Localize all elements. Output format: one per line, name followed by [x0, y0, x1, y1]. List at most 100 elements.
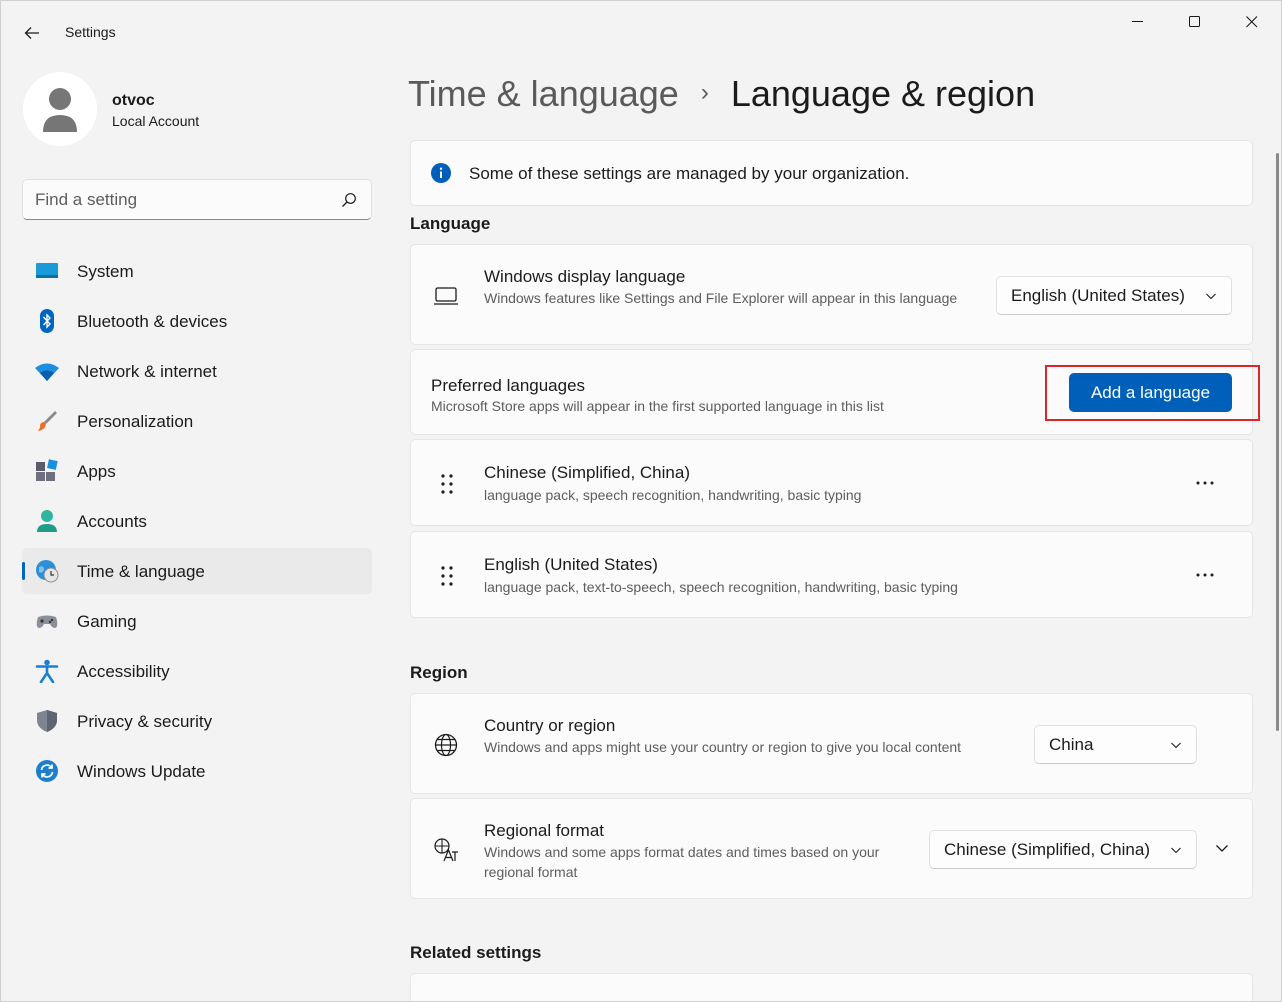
sidebar-item-label: Privacy & security: [77, 712, 213, 731]
apps-icon: [36, 459, 58, 481]
regional-format-description: Windows and some apps format dates and t…: [484, 844, 880, 880]
breadcrumb-parent[interactable]: Time & language: [408, 73, 679, 114]
display-language-card: Windows display language Windows feature…: [410, 244, 1253, 345]
country-region-description: Windows and apps might use your country …: [484, 739, 962, 755]
wifi-icon: [35, 363, 59, 381]
preferred-languages-description: Microsoft Store apps will appear in the …: [431, 398, 884, 414]
country-region-card: Country or region Windows and apps might…: [410, 693, 1253, 794]
section-title-related: Related settings: [410, 943, 542, 962]
search-box: [22, 179, 372, 220]
sidebar-item-label: Personalization: [77, 412, 194, 431]
more-options-button[interactable]: [1187, 560, 1223, 590]
gamepad-icon: [36, 615, 58, 628]
sidebar-item-personalization[interactable]: Personalization: [22, 398, 372, 444]
close-icon: [1246, 16, 1258, 28]
language-features: language pack, speech recognition, handw…: [484, 487, 862, 503]
maximize-icon: [1189, 16, 1200, 27]
expand-button[interactable]: [1209, 835, 1235, 861]
person-avatar-icon: [43, 88, 77, 132]
language-format-icon: [434, 838, 458, 862]
globe-icon: [434, 733, 458, 757]
sidebar-item-label: Time & language: [77, 562, 205, 581]
more-icon: [1196, 481, 1214, 485]
sidebar-item-label: Network & internet: [77, 362, 217, 381]
sidebar-item-label: Windows Update: [77, 762, 206, 781]
user-name: otvoc: [112, 92, 155, 109]
chevron-down-icon: [1171, 847, 1181, 854]
info-icon: [431, 163, 451, 183]
language-name: Chinese (Simplified, China): [484, 463, 690, 482]
display-language-title: Windows display language: [484, 267, 686, 286]
close-button[interactable]: [1229, 7, 1275, 37]
info-banner: Some of these settings are managed by yo…: [410, 140, 1253, 206]
dropdown-value: English (United States): [1011, 285, 1185, 305]
regional-format-dropdown[interactable]: Chinese (Simplified, China): [929, 830, 1197, 869]
sidebar-item-gaming[interactable]: Gaming: [22, 598, 372, 644]
display-language-description: Windows features like Settings and File …: [484, 290, 958, 306]
chevron-down-icon: [1171, 742, 1181, 749]
sidebar-nav: System Bluetooth & devices Network & int…: [22, 248, 372, 798]
search-icon[interactable]: [341, 192, 357, 208]
chevron-down-icon: [1206, 293, 1216, 300]
back-button[interactable]: [15, 19, 49, 47]
search-input[interactable]: [35, 189, 325, 211]
sidebar-item-label: Gaming: [77, 612, 137, 631]
title-bar: Settings: [1, 1, 1281, 61]
drag-handle-icon[interactable]: [439, 472, 455, 496]
regional-format-title: Regional format: [484, 821, 605, 840]
accessibility-icon: [35, 659, 59, 683]
preferred-languages-title: Preferred languages: [431, 376, 586, 395]
selection-indicator: [22, 562, 25, 580]
shield-icon: [37, 710, 57, 732]
sidebar-item-network[interactable]: Network & internet: [22, 348, 372, 394]
globe-clock-icon: [36, 560, 59, 583]
page-title: Language & region: [730, 73, 1036, 114]
display-language-dropdown[interactable]: English (United States): [996, 276, 1232, 315]
info-banner-text: Some of these settings are managed by yo…: [469, 164, 910, 183]
minimize-icon: [1132, 21, 1143, 22]
bluetooth-icon: [40, 309, 54, 333]
maximize-button[interactable]: [1172, 7, 1218, 37]
dropdown-value: China: [1049, 734, 1094, 754]
sidebar-item-label: Apps: [77, 462, 116, 481]
sidebar-item-label: Accessibility: [77, 662, 170, 681]
sidebar-item-label: Bluetooth & devices: [77, 312, 228, 331]
sidebar-item-label: System: [77, 262, 134, 281]
breadcrumb: Time & language › Language & region: [408, 73, 1035, 115]
sidebar-item-bluetooth[interactable]: Bluetooth & devices: [22, 298, 372, 344]
scrollbar[interactable]: [1276, 153, 1279, 731]
minimize-button[interactable]: [1115, 7, 1161, 37]
country-region-title: Country or region: [484, 716, 616, 735]
add-language-button[interactable]: Add a language: [1069, 373, 1232, 412]
app-title: Settings: [65, 24, 116, 40]
language-item-chinese[interactable]: Chinese (Simplified, China) language pac…: [410, 439, 1253, 526]
sidebar-item-time-language[interactable]: Time & language: [22, 548, 372, 594]
country-region-dropdown[interactable]: China: [1034, 725, 1197, 764]
drag-handle-icon[interactable]: [439, 564, 455, 588]
avatar: [23, 72, 97, 146]
related-settings-card: [410, 973, 1253, 1001]
more-options-button[interactable]: [1187, 468, 1223, 498]
settings-window: Settings otvoc Local Account System: [0, 0, 1282, 1002]
laptop-icon: [434, 287, 458, 305]
preferred-languages-card: Preferred languages Microsoft Store apps…: [410, 349, 1253, 435]
sidebar-item-system[interactable]: System: [22, 248, 372, 294]
language-name: English (United States): [484, 555, 658, 574]
sidebar-item-windows-update[interactable]: Windows Update: [22, 748, 372, 794]
sidebar-item-apps[interactable]: Apps: [22, 448, 372, 494]
sidebar-item-label: Accounts: [77, 512, 147, 531]
sidebar-item-accounts[interactable]: Accounts: [22, 498, 372, 544]
chevron-down-icon: [1216, 845, 1228, 852]
chevron-right-icon: ›: [700, 79, 709, 106]
person-icon: [37, 510, 57, 532]
update-icon: [36, 760, 58, 782]
monitor-icon: [36, 263, 58, 278]
sidebar-item-accessibility[interactable]: Accessibility: [22, 648, 372, 694]
more-icon: [1196, 573, 1214, 577]
section-title-region: Region: [410, 663, 468, 682]
section-title-language: Language: [410, 214, 491, 233]
dropdown-value: Chinese (Simplified, China): [944, 839, 1150, 859]
language-item-english[interactable]: English (United States) language pack, t…: [410, 531, 1253, 618]
language-features: language pack, text-to-speech, speech re…: [484, 579, 958, 595]
sidebar-item-privacy[interactable]: Privacy & security: [22, 698, 372, 744]
